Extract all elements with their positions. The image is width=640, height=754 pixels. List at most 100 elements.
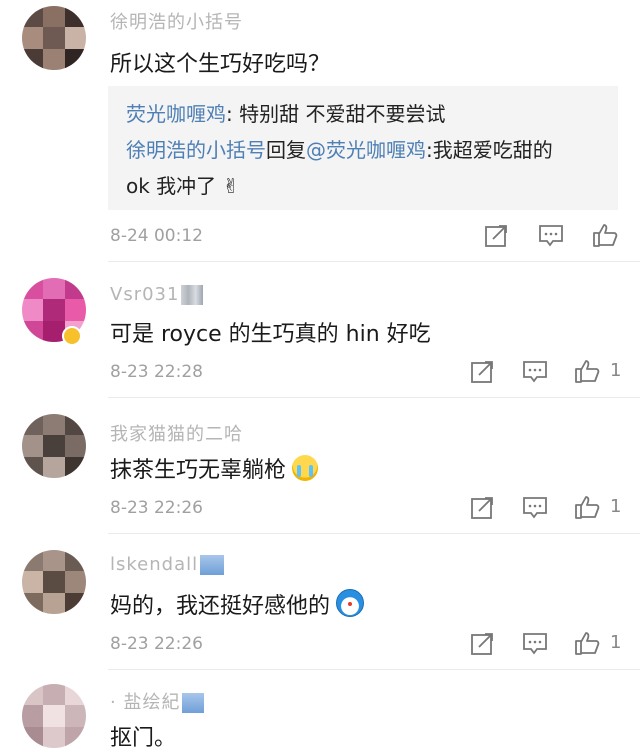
comment-item: 我家猫猫的二哈 抹茶生巧无辜躺枪 8-23 22:26 1 [0, 398, 640, 534]
share-button[interactable] [484, 222, 514, 252]
comment-username[interactable]: 徐明浩的小括号 [110, 8, 243, 34]
avatar-mosaic-cell [22, 6, 44, 28]
comment-button[interactable] [522, 358, 552, 388]
reply-line: ok 我冲了 ✌ [126, 168, 618, 204]
reply-text-continued: ok 我冲了 ✌ [126, 174, 240, 198]
avatar-mosaic-cell [43, 684, 65, 706]
like-button[interactable] [574, 494, 604, 524]
avatar-mosaic-cell [43, 6, 65, 28]
avatar-mosaic-cell [43, 726, 65, 748]
username-text: Vsr031 [110, 284, 180, 305]
avatar-mosaic-cell [64, 684, 86, 706]
username-text: 我家猫猫的二哈 [110, 424, 243, 445]
avatar[interactable] [22, 414, 86, 478]
reply-author[interactable]: 荧光咖喱鸡 [126, 102, 226, 126]
avatar-mosaic-cell [64, 299, 86, 321]
avatar[interactable] [22, 6, 86, 70]
comment-timestamp: 8-23 22:26 [110, 498, 203, 518]
thumbs-up-icon [575, 496, 600, 519]
comment-icon [539, 225, 563, 247]
like-button[interactable] [574, 630, 604, 660]
comment-button[interactable] [522, 494, 552, 524]
avatar-mosaic-cell [64, 705, 86, 727]
share-icon [471, 497, 493, 519]
avatar-mosaic-cell [22, 299, 44, 321]
comment-username[interactable]: Vsr031 [110, 284, 204, 305]
avatar-mosaic-cell [43, 705, 65, 727]
share-icon [471, 633, 493, 655]
content-text: 妈的，我还挺好感他的 [110, 594, 331, 619]
reply-line: 荧光咖喱鸡: 特别甜 不爱甜不要尝试 [126, 96, 618, 132]
reply-text: : 特别甜 不爱甜不要尝试 [226, 102, 446, 126]
avatar-mosaic-cell [43, 414, 65, 436]
reply-text: :我超爱吃甜的 [426, 138, 553, 162]
share-button[interactable] [470, 494, 500, 524]
comment-item: lskendall 妈的，我还挺好感他的 8-23 22:26 1 [0, 534, 640, 670]
avatar-mosaic-cell [22, 48, 44, 70]
username-text: lskendall [110, 554, 199, 575]
avatar-mosaic-cell [22, 435, 44, 457]
avatar-mosaic-cell [22, 320, 44, 342]
avatar-mosaic-cell [22, 456, 44, 478]
comment-item: Vsr031 可是 royce 的生巧真的 hin 好吃 8-23 22:28 … [0, 262, 640, 398]
like-button[interactable] [574, 358, 604, 388]
avatar-mosaic-cell [43, 27, 65, 49]
comment-actions: 1 [470, 494, 640, 524]
avatar-mosaic [22, 6, 86, 70]
avatar[interactable] [22, 550, 86, 614]
avatar-mosaic-cell [22, 592, 44, 614]
avatar-mosaic-cell [43, 571, 65, 593]
comment-content: 所以这个生巧好吃吗？ [110, 52, 331, 77]
avatar-mosaic-cell [22, 27, 44, 49]
avatar-mosaic [22, 414, 86, 478]
share-icon [471, 361, 493, 383]
like-button[interactable] [592, 222, 622, 252]
avatar-mosaic-cell [43, 456, 65, 478]
avatar-mosaic-cell [64, 27, 86, 49]
comment-username[interactable]: · 盐绘紀 [110, 688, 205, 714]
avatar-mosaic [22, 550, 86, 614]
comment-item: 徐明浩的小括号 所以这个生巧好吃吗？ 荧光咖喱鸡: 特别甜 不爱甜不要尝试 徐明… [0, 0, 640, 262]
reply-author[interactable]: 徐明浩的小括号 [126, 138, 266, 162]
share-button[interactable] [470, 630, 500, 660]
avatar-mosaic-cell [64, 592, 86, 614]
share-icon [485, 225, 507, 247]
avatar[interactable] [22, 684, 86, 748]
comment-item: · 盐绘紀 抠门。 [0, 670, 640, 754]
username-text: · 盐绘紀 [110, 692, 181, 713]
comment-button[interactable] [538, 222, 568, 252]
thumbs-up-icon [575, 632, 600, 655]
avatar-mosaic-cell [22, 571, 44, 593]
doraemon-icon [336, 589, 365, 617]
avatar-mosaic-cell [43, 550, 65, 572]
avatar-mosaic-cell [43, 299, 65, 321]
avatar-mosaic-cell [22, 705, 44, 727]
comment-icon [523, 633, 547, 655]
comment-content: 抹茶生巧无辜躺枪 [110, 452, 319, 484]
reply-mention[interactable]: @荧光咖喱鸡 [306, 138, 426, 162]
avatar-mosaic-cell [22, 550, 44, 572]
comment-content: 可是 royce 的生巧真的 hin 好吃 [110, 322, 431, 347]
comment-icon [523, 361, 547, 383]
comment-username[interactable]: 我家猫猫的二哈 [110, 420, 243, 446]
avatar-mosaic-cell [64, 48, 86, 70]
reply-box[interactable]: 荧光咖喱鸡: 特别甜 不爱甜不要尝试 徐明浩的小括号回复@荧光咖喱鸡:我超爱吃甜… [108, 86, 618, 210]
comment-content: 妈的，我还挺好感他的 [110, 588, 365, 620]
share-button[interactable] [470, 358, 500, 388]
comment-actions: 1 [470, 630, 640, 660]
avatar-mosaic-cell [22, 278, 44, 300]
avatar-mosaic-cell [64, 550, 86, 572]
avatar-mosaic-cell [43, 48, 65, 70]
avatar-mosaic-cell [43, 435, 65, 457]
comment-timestamp: 8-23 22:26 [110, 634, 203, 654]
comment-actions [480, 222, 640, 252]
avatar-mosaic-cell [64, 6, 86, 28]
verified-badge [62, 326, 82, 346]
comment-content: 抠门。 [110, 726, 177, 751]
username-censor [200, 555, 225, 575]
avatar-mosaic [22, 684, 86, 748]
content-text: 抹茶生巧无辜躺枪 [110, 458, 287, 483]
comment-username[interactable]: lskendall [110, 554, 225, 575]
comment-button[interactable] [522, 630, 552, 660]
comment-actions: 1 [470, 358, 640, 388]
